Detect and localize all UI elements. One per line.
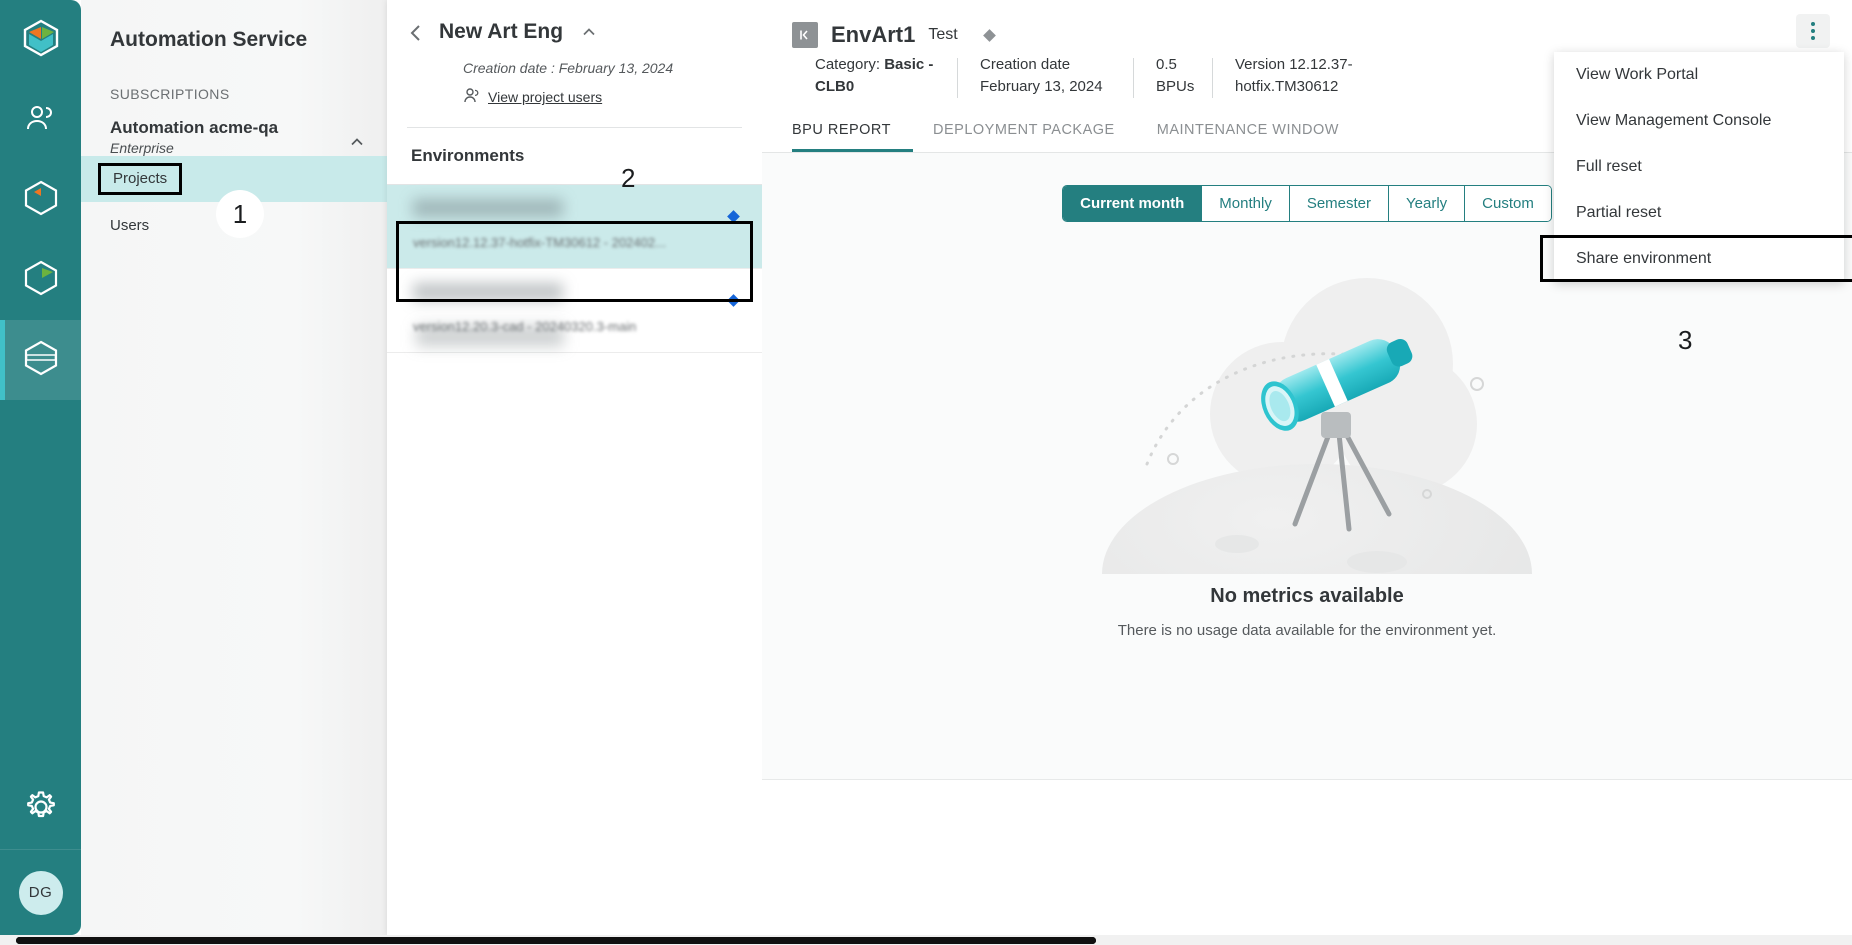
kebab-dot (1811, 22, 1815, 26)
project-collapse-chevron-up-icon[interactable] (581, 24, 597, 40)
environment-name-redacted-overlay (416, 325, 564, 347)
project-panel: New Art Eng Creation date : February 13,… (387, 0, 762, 935)
rail-item-logo[interactable] (0, 0, 81, 80)
annotation-badge-2: 2 (621, 163, 636, 193)
menu-item-partial-reset[interactable]: Partial reset (1554, 190, 1844, 236)
tab-deployment-package[interactable]: DEPLOYMENT PACKAGE (933, 112, 1137, 152)
annotation-badge-1: 1 (216, 190, 264, 238)
menu-item-full-reset[interactable]: Full reset (1554, 144, 1844, 190)
main-footer (762, 780, 1852, 935)
rail-item-packages[interactable] (0, 160, 81, 240)
horizontal-scrollbar[interactable] (0, 935, 1852, 945)
environment-tabs: BPU REPORT DEPLOYMENT PACKAGE MAINTENANC… (792, 112, 1381, 152)
environment-version: Version 12.12.37-hotfix.TM30612 (1235, 56, 1353, 95)
rail-item-environments[interactable] (0, 320, 81, 400)
period-option-monthly[interactable]: Monthly (1202, 186, 1290, 221)
cube-orange-icon (24, 180, 58, 221)
period-option-current-month[interactable]: Current month (1063, 186, 1203, 221)
empty-state-subtitle: There is no usage data available for the… (1117, 622, 1497, 639)
app-title: Automation Service (110, 28, 308, 51)
diamond-icon (727, 210, 740, 223)
cube-teal-icon (24, 340, 58, 381)
environment-list-item[interactable]: version12.12.37-hotfix-TM30612 - 202402.… (387, 185, 762, 269)
environment-bpus: 0.5 BPUs (1156, 56, 1195, 95)
cube-logo-icon (23, 19, 59, 62)
horizontal-scrollbar-track-segment[interactable] (16, 937, 1096, 944)
environment-name-redacted (413, 283, 563, 301)
environment-category-label: Category: (815, 56, 885, 73)
sidebar-item-projects-label: Projects (98, 163, 183, 195)
gear-icon (24, 790, 58, 829)
telescope-illustration (1077, 244, 1537, 684)
rail-avatar-wrapper[interactable]: DG (0, 850, 81, 935)
more-vertical-icon[interactable] (1796, 14, 1830, 48)
subscription-org-row[interactable]: Automation acme-qa Enterprise (81, 102, 387, 156)
environment-version: version12.12.37-hotfix-TM30612 - 202402.… (413, 235, 666, 250)
menu-item-view-management-console[interactable]: View Management Console (1554, 98, 1844, 144)
empty-state-title: No metrics available (1210, 585, 1404, 607)
sidebar-item-users-label: Users (110, 216, 150, 234)
chevron-left-icon[interactable] (407, 23, 425, 41)
rail-item-users[interactable] (0, 80, 81, 160)
app-root: DG Automation Service SUBSCRIPTIONS Auto… (0, 0, 1852, 945)
menu-item-view-work-portal[interactable]: View Work Portal (1554, 52, 1844, 98)
kebab-dot (1811, 29, 1815, 33)
cube-green-icon (24, 260, 58, 301)
rail-item-settings[interactable] (0, 770, 81, 850)
empty-state: No metrics available There is no usage d… (762, 222, 1852, 684)
environments-header: Environments (387, 128, 762, 185)
icon-rail: DG (0, 0, 81, 935)
menu-item-share-environment[interactable]: Share environment (1554, 236, 1844, 282)
avatar[interactable]: DG (18, 870, 63, 915)
period-option-custom[interactable]: Custom (1465, 186, 1551, 221)
tab-maintenance-window[interactable]: MAINTENANCE WINDOW (1157, 112, 1361, 152)
environment-kind: Test (928, 26, 958, 43)
page-title: EnvArt1 (831, 22, 916, 47)
environment-category: Category: Basic - CLB0 (815, 54, 957, 98)
period-option-yearly[interactable]: Yearly (1389, 186, 1466, 221)
tab-bpu-report[interactable]: BPU REPORT (792, 112, 914, 152)
diamond-icon (727, 294, 740, 307)
person-icon (463, 87, 480, 107)
annotation-badge-3: 3 (1678, 325, 1693, 355)
status-diamond-icon (982, 28, 996, 42)
view-project-users-label: View project users (488, 89, 603, 105)
environment-context-menu: View Work Portal View Management Console… (1554, 52, 1844, 282)
environment-creation-date: Creation date February 13, 2024 (980, 56, 1103, 95)
subscriptions-section-label: SUBSCRIPTIONS (110, 86, 230, 102)
collapse-panel-icon[interactable] (792, 22, 818, 48)
subscriptions-panel: Automation Service SUBSCRIPTIONS Automat… (81, 0, 387, 935)
rail-item-reports[interactable] (0, 240, 81, 320)
period-option-semester[interactable]: Semester (1289, 186, 1390, 221)
kebab-dot (1811, 36, 1815, 40)
chevron-up-icon[interactable] (349, 134, 365, 150)
project-name: New Art Eng (439, 20, 564, 43)
subscription-org-name: Automation acme-qa (110, 118, 279, 137)
environment-name-redacted (413, 199, 563, 217)
people-icon (25, 103, 57, 138)
view-project-users-link[interactable]: View project users (463, 87, 742, 107)
subscription-org-plan: Enterprise (110, 140, 174, 156)
project-creation-date: Creation date : February 13, 2024 (463, 60, 674, 76)
